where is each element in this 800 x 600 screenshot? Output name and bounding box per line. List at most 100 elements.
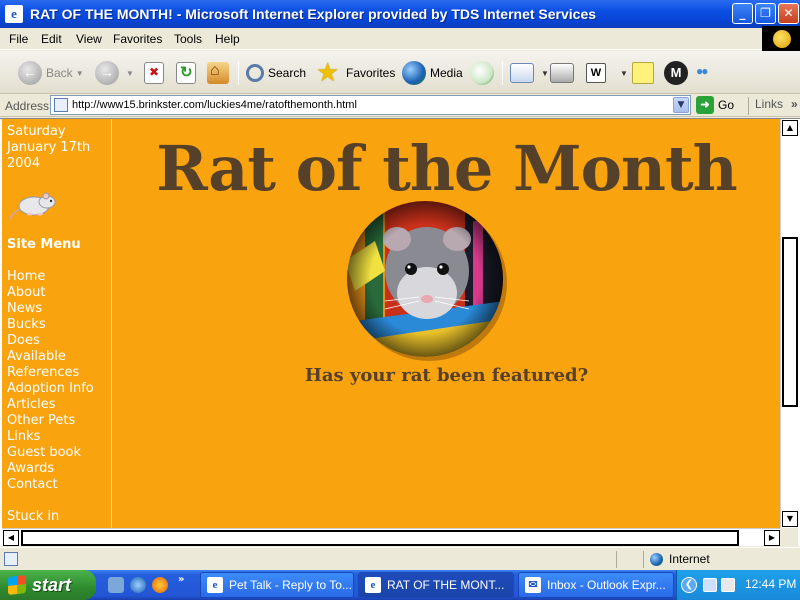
- clock[interactable]: 12:44 PM: [745, 577, 796, 591]
- windows-flag-icon: [8, 575, 26, 595]
- note-icon: [632, 62, 654, 84]
- ie-icon: e: [365, 577, 381, 593]
- favorites-label: Favorites: [346, 66, 396, 80]
- chevron-left-icon[interactable]: ❮: [681, 577, 697, 593]
- vertical-scroll-thumb[interactable]: [782, 237, 798, 407]
- edit-button[interactable]: W ▼: [586, 59, 628, 87]
- menu-edit[interactable]: Edit: [41, 32, 62, 46]
- mail-button[interactable]: ▼: [510, 59, 549, 87]
- security-zone[interactable]: Internet: [650, 552, 710, 566]
- back-button[interactable]: Back ▼: [18, 59, 84, 87]
- close-button[interactable]: ✕: [778, 3, 799, 24]
- maximize-button[interactable]: ❐: [755, 3, 776, 24]
- word-edit-icon: W: [586, 63, 606, 83]
- menu-link-other-pets[interactable]: Other Pets: [7, 413, 94, 429]
- menu-file[interactable]: File: [9, 32, 28, 46]
- address-url[interactable]: http://www15.brinkster.com/luckies4me/ra…: [72, 99, 357, 111]
- menu-link-awards[interactable]: Awards: [7, 461, 94, 477]
- vertical-scrollbar[interactable]: ▲ ▼: [780, 119, 798, 528]
- media-button[interactable]: Media: [402, 59, 463, 87]
- horizontal-scroll-thumb[interactable]: [21, 530, 739, 546]
- menu-link-guest-book[interactable]: Guest book: [7, 445, 94, 461]
- menu-link-adoption-info[interactable]: Adoption Info: [7, 381, 94, 397]
- messenger-button[interactable]: [696, 59, 726, 87]
- task-label: Inbox - Outlook Expr...: [547, 578, 666, 592]
- menu-link-available[interactable]: Available: [7, 349, 94, 365]
- date-month-day: January 17th: [7, 140, 91, 155]
- horizontal-scrollbar[interactable]: ◀ ▶: [2, 528, 780, 546]
- status-bar: Internet: [0, 547, 800, 570]
- network-icon[interactable]: [703, 578, 717, 592]
- site-menu-heading: Site Menu: [7, 237, 81, 252]
- zone-label: Internet: [669, 552, 710, 566]
- stop-icon: [144, 62, 164, 84]
- show-desktop-icon[interactable]: [108, 577, 124, 593]
- chevron-down-icon[interactable]: ▼: [76, 69, 84, 78]
- toolbar-separator: [502, 61, 503, 85]
- menu-link-does[interactable]: Does: [7, 333, 94, 349]
- links-toolbar[interactable]: Links »: [748, 97, 800, 115]
- media-player-icon[interactable]: [152, 577, 168, 593]
- scroll-right-button[interactable]: ▶: [764, 530, 780, 546]
- quicklaunch-more-icon[interactable]: »: [178, 574, 184, 585]
- search-icon: [246, 64, 264, 82]
- page-status-icon: [4, 552, 18, 566]
- menu-link-links[interactable]: Links: [7, 429, 94, 445]
- task-pet-talk[interactable]: e Pet Talk - Reply to To...: [200, 572, 354, 598]
- chevron-down-icon[interactable]: ▼: [620, 69, 628, 78]
- scroll-down-button[interactable]: ▼: [782, 511, 798, 527]
- menu-link-references[interactable]: References: [7, 365, 94, 381]
- go-button[interactable]: ➜ Go: [696, 96, 734, 114]
- keyboard-icon[interactable]: [721, 578, 735, 592]
- stop-button[interactable]: [144, 59, 168, 87]
- back-label: Back: [46, 66, 73, 80]
- media-globe-icon: [402, 61, 426, 85]
- forward-arrow-icon: [95, 61, 119, 85]
- sidebar-footer-text: Stuck in: [7, 509, 60, 524]
- menu-link-news[interactable]: News: [7, 301, 94, 317]
- forward-button[interactable]: ▼: [95, 59, 134, 87]
- messenger-icon: [696, 61, 722, 85]
- search-button[interactable]: Search: [246, 59, 306, 87]
- m-button[interactable]: M: [664, 59, 692, 87]
- chevron-down-icon[interactable]: ▼: [673, 97, 689, 113]
- back-arrow-icon: [18, 61, 42, 85]
- chevron-down-icon[interactable]: ▼: [541, 69, 549, 78]
- menu-link-about[interactable]: About: [7, 285, 94, 301]
- web-page: Saturday January 17th 2004 Site Menu Hom…: [2, 119, 780, 528]
- menu-link-articles[interactable]: Articles: [7, 397, 94, 413]
- home-button[interactable]: [207, 59, 233, 87]
- menu-link-bucks[interactable]: Bucks: [7, 317, 94, 333]
- scroll-left-button[interactable]: ◀: [3, 530, 19, 546]
- links-label: Links: [755, 97, 784, 111]
- ie-icon[interactable]: e: [5, 5, 23, 23]
- discuss-button[interactable]: [632, 59, 658, 87]
- menu-link-contact[interactable]: Contact: [7, 477, 94, 493]
- search-label: Search: [268, 66, 307, 80]
- go-arrow-icon: ➜: [696, 96, 714, 114]
- menu-favorites[interactable]: Favorites: [113, 32, 162, 46]
- start-button[interactable]: start: [0, 570, 96, 600]
- scroll-up-button[interactable]: ▲: [782, 120, 798, 136]
- toolbar-separator: [238, 61, 239, 85]
- refresh-button[interactable]: [176, 59, 200, 87]
- history-button[interactable]: [470, 59, 498, 87]
- rat-icon: [9, 192, 56, 220]
- chevron-right-icon[interactable]: »: [791, 97, 798, 111]
- chevron-down-icon[interactable]: ▼: [126, 69, 134, 78]
- address-input[interactable]: http://www15.brinkster.com/luckies4me/ra…: [50, 95, 691, 115]
- task-label: RAT OF THE MONT...: [387, 578, 505, 592]
- internet-explorer-icon[interactable]: [130, 577, 146, 593]
- favorites-button[interactable]: Favorites: [316, 57, 396, 88]
- task-rat-of-the-month[interactable]: e RAT OF THE MONT...: [358, 572, 514, 598]
- menu-tools[interactable]: Tools: [174, 32, 202, 46]
- window-title: RAT OF THE MONTH! - Microsoft Internet E…: [30, 6, 597, 22]
- task-outlook-inbox[interactable]: ✉ Inbox - Outlook Expr...: [518, 572, 674, 598]
- title-bar[interactable]: e RAT OF THE MONTH! - Microsoft Internet…: [0, 0, 800, 28]
- menu-link-home[interactable]: Home: [7, 269, 94, 285]
- menu-help[interactable]: Help: [215, 32, 240, 46]
- minimize-button[interactable]: _: [732, 3, 753, 24]
- menu-view[interactable]: View: [76, 32, 102, 46]
- print-button[interactable]: [550, 59, 578, 87]
- rat-photo: [347, 201, 507, 361]
